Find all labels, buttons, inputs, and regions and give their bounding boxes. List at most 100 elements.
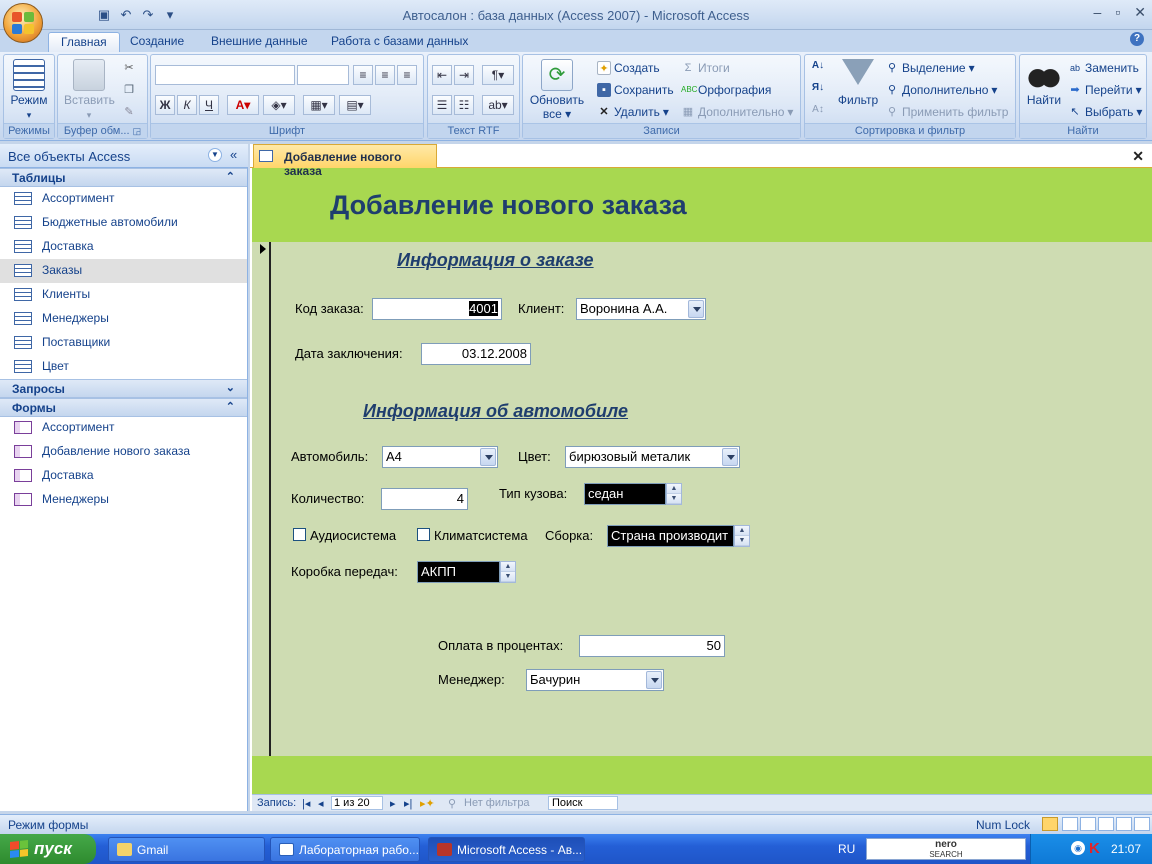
select-button[interactable]: ↖ Выбрать ▾ <box>1068 103 1142 121</box>
refresh-all-button[interactable]: ⟳ Обновить все ▾ <box>527 59 587 121</box>
assembly-scroll[interactable]: ▲ ▼ <box>734 525 750 547</box>
underline-button[interactable]: Ч <box>199 95 219 115</box>
cut-icon[interactable]: ✂ <box>122 61 136 75</box>
align-right-icon[interactable]: ≡ <box>397 65 417 85</box>
goto-button[interactable]: ➡ Перейти ▾ <box>1068 81 1141 99</box>
scroll-up-icon[interactable]: ▲ <box>735 526 749 536</box>
document-tab[interactable]: Добавление нового заказа <box>253 144 437 178</box>
record-position-field[interactable]: 1 из 20 <box>331 796 383 810</box>
view-button[interactable]: Режим ▾ <box>9 59 49 121</box>
sort-descending-icon[interactable]: Я↓ <box>811 81 825 95</box>
nav-table-item[interactable]: Ассортимент <box>0 187 247 211</box>
client-combo[interactable]: Воронина А.А. <box>576 298 706 320</box>
nav-table-item[interactable]: Цвет <box>0 355 247 379</box>
nav-form-item[interactable]: Ассортимент <box>0 416 247 440</box>
paragraph-direction-icon[interactable]: ¶▾ <box>482 65 514 85</box>
taskbar-item-access[interactable]: Microsoft Access - Ав... <box>428 837 585 862</box>
nav-group-forms[interactable]: Формы ⌃ <box>0 398 247 417</box>
totals-button[interactable]: Σ Итоги <box>681 59 730 77</box>
filter-status[interactable]: Нет фильтра <box>464 797 530 809</box>
body-type-list[interactable]: седан <box>584 483 666 505</box>
nav-form-item[interactable]: Менеджеры <box>0 488 247 512</box>
align-center-icon[interactable]: ≡ <box>375 65 395 85</box>
help-icon[interactable]: ? <box>1130 32 1144 46</box>
nav-menu-icon[interactable]: ▼ <box>208 148 222 162</box>
nav-table-item[interactable]: Клиенты <box>0 283 247 307</box>
assembly-list[interactable]: Страна производит <box>607 525 734 547</box>
scroll-down-icon[interactable]: ▼ <box>501 572 515 582</box>
tab-external-data[interactable]: Внешние данные <box>199 32 320 52</box>
taskbar-item-gmail[interactable]: Gmail <box>108 837 265 862</box>
nero-search-box[interactable]: nero SEARCH <box>866 838 1026 860</box>
body-type-scroll[interactable]: ▲ ▼ <box>666 483 682 505</box>
close-icon[interactable]: ✕ <box>1134 4 1146 21</box>
layout-view-icon[interactable] <box>1116 817 1132 831</box>
record-selector[interactable] <box>252 242 271 756</box>
tray-network-icon[interactable]: ◉ <box>1071 841 1085 855</box>
pivot-table-icon[interactable] <box>1080 817 1096 831</box>
nav-table-item[interactable]: Заказы <box>0 259 247 283</box>
scroll-down-icon[interactable]: ▼ <box>667 494 681 504</box>
increase-indent-icon[interactable]: ⇥ <box>454 65 474 85</box>
save-record-button[interactable]: ▪ Сохранить <box>597 81 674 99</box>
new-record-button[interactable]: ✦ Создать <box>597 59 660 77</box>
audio-checkbox[interactable] <box>293 528 306 541</box>
decrease-indent-icon[interactable]: ⇤ <box>432 65 452 85</box>
close-document-icon[interactable]: ✕ <box>1132 148 1144 165</box>
replace-button[interactable]: ab Заменить <box>1068 59 1139 77</box>
minimize-icon[interactable]: – <box>1094 4 1102 21</box>
gearbox-list[interactable]: АКПП <box>417 561 500 583</box>
nav-pane-header[interactable]: Все объекты Access ▼ « <box>0 144 248 168</box>
payment-field[interactable]: 50 <box>579 635 725 657</box>
scroll-up-icon[interactable]: ▲ <box>501 562 515 572</box>
scroll-down-icon[interactable]: ▼ <box>735 536 749 546</box>
fill-color-icon[interactable]: ◈▾ <box>263 95 295 115</box>
nav-table-item[interactable]: Поставщики <box>0 331 247 355</box>
copy-icon[interactable]: ❐ <box>122 83 136 97</box>
format-painter-icon[interactable]: ✎ <box>122 105 136 119</box>
new-record-nav-icon[interactable]: ▸✦ <box>420 797 435 810</box>
design-view-icon[interactable] <box>1134 817 1150 831</box>
office-button[interactable] <box>3 3 43 43</box>
manager-combo[interactable]: Бачурин <box>526 669 664 691</box>
color-combo[interactable]: бирюзовый металик <box>565 446 740 468</box>
nav-table-item[interactable]: Менеджеры <box>0 307 247 331</box>
nav-table-item[interactable]: Бюджетные автомобили <box>0 211 247 235</box>
scroll-up-icon[interactable]: ▲ <box>667 484 681 494</box>
order-code-field[interactable]: 4001 <box>372 298 502 320</box>
shutter-bar-icon[interactable]: « <box>230 147 237 162</box>
italic-button[interactable]: К <box>177 95 197 115</box>
nav-form-item[interactable]: Доставка <box>0 464 247 488</box>
numbering-icon[interactable]: ☷ <box>454 95 474 115</box>
dialog-launcher-icon[interactable]: ◲ <box>133 126 142 136</box>
find-button[interactable]: Найти <box>1024 59 1064 107</box>
date-field[interactable]: 03.12.2008 <box>421 343 531 365</box>
search-input[interactable]: Поиск <box>548 796 618 810</box>
nav-group-tables[interactable]: Таблицы ⌃ <box>0 168 247 187</box>
nav-group-queries[interactable]: Запросы ⌄ <box>0 379 247 398</box>
bullets-icon[interactable]: ☰ <box>432 95 452 115</box>
prev-record-icon[interactable]: ◂ <box>318 797 324 810</box>
next-record-icon[interactable]: ▸ <box>390 797 396 810</box>
climate-checkbox[interactable] <box>417 528 430 541</box>
taskbar-item-word[interactable]: Лабораторная рабо... <box>270 837 420 862</box>
car-combo[interactable]: A4 <box>382 446 498 468</box>
clear-sort-icon[interactable]: A↕ <box>811 103 825 117</box>
dropdown-arrow-icon[interactable] <box>688 300 704 318</box>
bold-button[interactable]: Ж <box>155 95 175 115</box>
filter-button[interactable]: Фильтр <box>835 59 881 107</box>
apply-filter-button[interactable]: ⚲ Применить фильтр <box>885 103 1008 121</box>
tab-create[interactable]: Создание <box>118 32 196 52</box>
more-records-button[interactable]: ▦ Дополнительно ▾ <box>681 103 794 121</box>
last-record-icon[interactable]: ▸| <box>404 797 412 810</box>
font-color-icon[interactable]: A▾ <box>227 95 259 115</box>
tab-database-tools[interactable]: Работа с базами данных <box>319 32 480 52</box>
maximize-icon[interactable]: ▫ <box>1115 4 1120 21</box>
nav-table-item[interactable]: Доставка <box>0 235 247 259</box>
dropdown-arrow-icon[interactable] <box>646 671 662 689</box>
nav-form-item[interactable]: Добавление нового заказа <box>0 440 247 464</box>
form-view-icon[interactable] <box>1042 817 1058 831</box>
spelling-button[interactable]: ABC Орфография <box>681 81 771 99</box>
language-indicator[interactable]: RU <box>838 842 855 856</box>
quantity-field[interactable]: 4 <box>381 488 468 510</box>
